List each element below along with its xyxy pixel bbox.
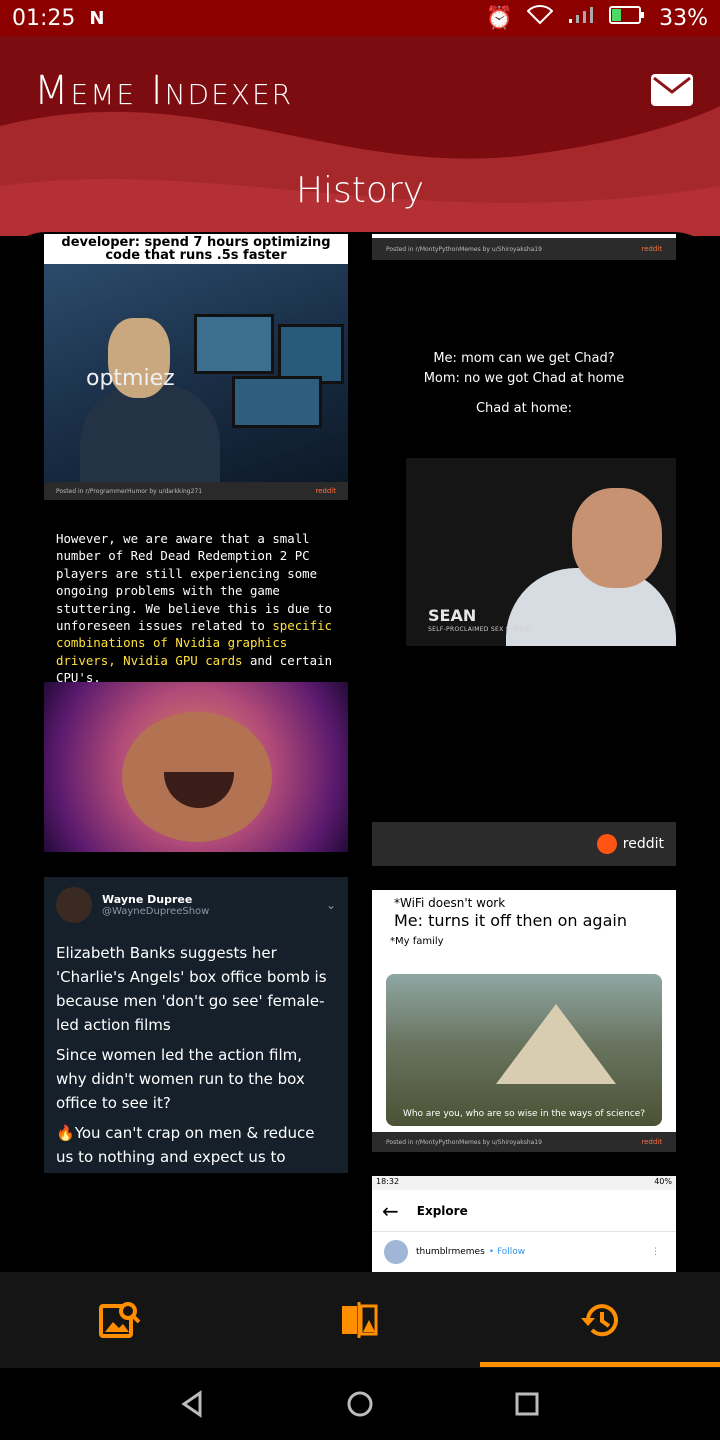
tweet-paragraph: Since women led the action film, why did… <box>56 1046 305 1112</box>
avatar <box>56 887 92 923</box>
meme-tile-rdr2[interactable]: However, we are aware that a small numbe… <box>44 522 348 682</box>
fire-icon: 🔥 <box>56 1124 75 1142</box>
avatar <box>384 1240 408 1264</box>
battery-percent: 33% <box>659 5 708 31</box>
meme-caption: developer: spend 7 hours optimizing code… <box>44 234 348 264</box>
history-icon <box>581 1304 618 1337</box>
meme-label: optmiez <box>86 366 175 391</box>
meme-tile-developer[interactable]: developer: spend 7 hours optimizing code… <box>44 234 348 500</box>
meme-image: optmiez <box>44 264 348 494</box>
signal-icon <box>567 5 595 31</box>
app-title: Meme Indexer <box>34 68 294 114</box>
history-feed[interactable]: developer: spend 7 hours optimizing code… <box>0 232 720 1272</box>
back-arrow-icon: ← <box>382 1198 399 1223</box>
active-tab-indicator <box>480 1362 720 1367</box>
sean-name: SEAN <box>428 606 477 625</box>
meme-image: Who are you, who are so wise in the ways… <box>386 974 662 1126</box>
meme-footer: Posted in r/ProgrammerHumor by u/darkkin… <box>44 482 348 500</box>
reddit-badge: reddit <box>641 1138 662 1146</box>
reddit-footer-bar[interactable]: reddit <box>372 822 676 866</box>
recents-icon[interactable] <box>512 1389 542 1419</box>
mail-icon <box>653 76 691 94</box>
meme-tile-explore[interactable]: 18:32 40% ← Explore thumblrmemes • Follo… <box>372 1176 676 1272</box>
explore-account-row: thumblrmemes • Follow ⋮ <box>372 1232 676 1272</box>
nav-history-button[interactable] <box>480 1272 720 1368</box>
battery-icon <box>609 5 645 31</box>
tweet-author-name: Wayne Dupree <box>102 893 193 906</box>
page-title: History <box>295 170 425 211</box>
explore-bar: ← Explore <box>372 1190 676 1232</box>
tweet-paragraph: Elizabeth Banks suggests her 'Charlie's … <box>56 944 327 1034</box>
reddit-badge: reddit <box>641 245 662 253</box>
meme-subtitle: Who are you, who are so wise in the ways… <box>402 1109 646 1119</box>
chevron-down-icon: ⌄ <box>325 898 336 912</box>
app-header: Meme Indexer History <box>0 36 720 236</box>
notification-n-icon: N <box>89 7 105 29</box>
tweet-handle: @WayneDupreeShow <box>102 906 210 917</box>
wifi-icon <box>526 5 554 31</box>
compare-icon <box>342 1302 378 1338</box>
meme-tile-tweet[interactable]: Wayne Dupree @WayneDupreeShow ⌄ Elizabet… <box>44 877 348 1173</box>
reddit-logo-icon <box>596 834 617 854</box>
mail-button[interactable] <box>651 74 693 106</box>
home-icon[interactable] <box>345 1389 375 1419</box>
meme-image-sean[interactable]: SEAN SELF-PROCLAIMED SEX SYMBOL <box>406 458 676 646</box>
status-bar: 01:25 N ⏰ 33% <box>0 0 720 36</box>
sean-subtitle: SELF-PROCLAIMED SEX SYMBOL <box>428 626 533 633</box>
tweet-paragraph: 🔥You can't crap on men & reduce us to no… <box>56 1124 315 1173</box>
meme-image-laughing-man[interactable] <box>44 682 348 852</box>
meme-statusbar: 18:32 40% <box>372 1176 676 1190</box>
more-icon: ⋮ <box>651 1247 660 1257</box>
reddit-badge: reddit <box>315 487 336 495</box>
nav-search-image-button[interactable] <box>0 1272 240 1368</box>
bottom-navigation <box>0 1272 720 1368</box>
meme-tile-strip-footer[interactable]: Posted in r/MontyPythonMemes by u/Shiroy… <box>372 234 676 260</box>
alarm-icon: ⏰ <box>485 5 514 31</box>
back-icon[interactable] <box>178 1389 208 1419</box>
meme-footer: Posted in r/MontyPythonMemes by u/Shiroy… <box>372 1132 676 1152</box>
nav-compare-button[interactable] <box>240 1272 480 1368</box>
meme-tile-wifi[interactable]: *WiFi doesn't work Me: turns it off then… <box>372 890 676 1152</box>
system-navigation-bar <box>0 1368 720 1440</box>
status-time: 01:25 <box>12 5 76 31</box>
image-search-icon <box>99 1302 141 1338</box>
